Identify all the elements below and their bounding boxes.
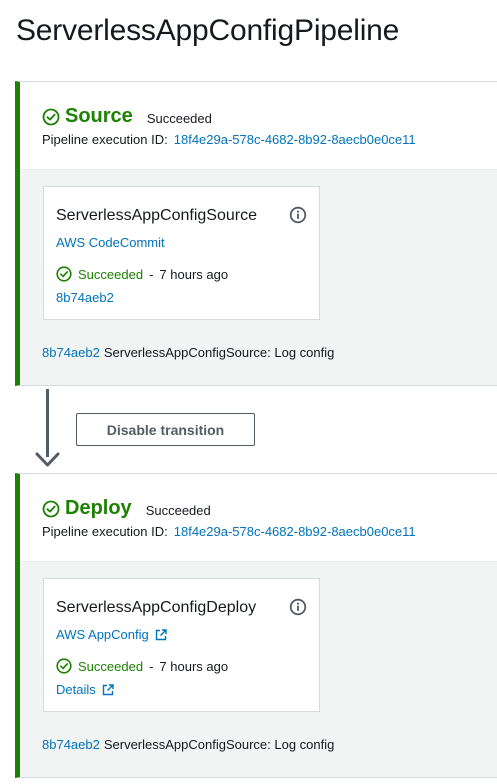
execution-id-label: Pipeline execution ID: xyxy=(42,132,168,147)
provider-row: AWS CodeCommit xyxy=(56,235,165,250)
status-separator: - xyxy=(149,266,154,282)
external-link-icon[interactable] xyxy=(155,628,167,641)
provider-row: AWS AppConfig xyxy=(56,627,167,642)
execution-id-link[interactable]: 18f4e29a-578c-4682-8b92-8aecb0e0ce11 xyxy=(174,524,416,539)
execution-id-link[interactable]: 18f4e29a-578c-4682-8b92-8aecb0e0ce11 xyxy=(174,132,416,147)
check-circle-icon xyxy=(42,500,60,518)
action-time: 7 hours ago xyxy=(159,266,229,282)
execution-id-label: Pipeline execution ID: xyxy=(42,524,168,539)
commit-row: 8b74aeb2 ServerlessAppConfigSource: Log c… xyxy=(42,737,334,752)
stage-name: Deploy xyxy=(65,497,132,519)
action-name: ServerlessAppConfigSource xyxy=(56,207,257,224)
action-time: 7 hours ago xyxy=(159,658,229,674)
stage-status: Succeeded xyxy=(146,110,212,126)
action-link-row: Details xyxy=(56,682,114,697)
commit-message: ServerlessAppConfigSource: Log config xyxy=(103,345,335,360)
action-status: Succeeded xyxy=(78,658,144,674)
details-link[interactable]: Details xyxy=(56,682,96,697)
disable-transition-button[interactable]: Disable transition xyxy=(76,413,255,446)
status-separator: - xyxy=(149,658,154,674)
stage-name: Source xyxy=(65,105,133,127)
commit-link[interactable]: 8b74aeb2 xyxy=(56,290,114,305)
commit-id-link[interactable]: 8b74aeb2 xyxy=(42,345,100,360)
action-name: ServerlessAppConfigDeploy xyxy=(56,599,257,616)
execution-id-row: Pipeline execution ID: 18f4e29a-578c-4682… xyxy=(42,524,416,539)
check-circle-icon xyxy=(56,658,72,674)
execution-id-row: Pipeline execution ID: 18f4e29a-578c-4682… xyxy=(42,132,416,147)
stage-header: Source Succeeded Pipeline execution ID: 1… xyxy=(20,82,497,170)
action-status-row: Succeeded - 7 hours ago xyxy=(56,658,228,674)
check-circle-icon xyxy=(56,266,72,282)
commit-row: 8b74aeb2 ServerlessAppConfigSource: Log c… xyxy=(42,345,334,360)
arrow-down-icon xyxy=(35,446,60,468)
page-title: ServerlessAppConfigPipeline xyxy=(16,14,400,47)
action-link-row: 8b74aeb2 xyxy=(56,290,114,305)
info-icon[interactable] xyxy=(289,598,307,616)
action-status: Succeeded xyxy=(78,266,144,282)
provider-link[interactable]: AWS CodeCommit xyxy=(56,235,165,250)
commit-message: ServerlessAppConfigSource: Log config xyxy=(103,737,335,752)
commit-id-link[interactable]: 8b74aeb2 xyxy=(42,737,100,752)
info-icon[interactable] xyxy=(289,206,307,224)
stage-header: Deploy Succeeded Pipeline execution ID: 1… xyxy=(20,474,497,562)
action-card-deploy: ServerlessAppConfigDeploy AWS AppConfig … xyxy=(43,578,320,712)
action-status-row: Succeeded - 7 hours ago xyxy=(56,266,228,282)
stage-source: Source Succeeded Pipeline execution ID: 1… xyxy=(15,81,497,386)
provider-link[interactable]: AWS AppConfig xyxy=(56,627,149,642)
stage-status: Succeeded xyxy=(145,502,211,518)
stage-deploy: Deploy Succeeded Pipeline execution ID: 1… xyxy=(15,473,497,778)
check-circle-icon xyxy=(42,108,60,126)
external-link-icon[interactable] xyxy=(102,683,114,696)
stage-title-row: Source Succeeded xyxy=(42,105,212,128)
stage-title-row: Deploy Succeeded xyxy=(42,497,211,520)
action-card-source: ServerlessAppConfigSource AWS CodeCommit… xyxy=(43,186,320,320)
